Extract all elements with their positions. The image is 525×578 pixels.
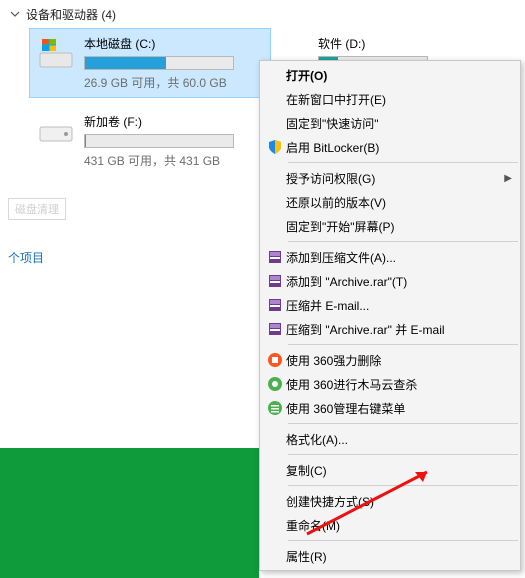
menu-separator [288, 344, 518, 345]
menu-item-label: 属性(R) [286, 548, 512, 565]
drive-icon [38, 113, 74, 149]
menu-separator [288, 162, 518, 163]
blank-icon [264, 461, 286, 479]
blank-icon [264, 66, 286, 84]
menu-item-label: 在新窗口中打开(E) [286, 91, 512, 108]
menu-separator [288, 540, 518, 541]
menu-item-label: 使用 360进行木马云查杀 [286, 376, 512, 393]
menu-item[interactable]: 还原以前的版本(V) [260, 190, 520, 214]
menu-item-label: 使用 360管理右键菜单 [286, 400, 512, 417]
menu-item[interactable]: 属性(R) [260, 544, 520, 568]
menu-item-label: 压缩到 "Archive.rar" 并 E-mail [286, 321, 512, 338]
drive-f[interactable]: 新加卷 (F:) 431 GB 可用，共 431 GB [30, 107, 270, 175]
rar-icon [264, 248, 286, 266]
menu-item[interactable]: 添加到压缩文件(A)... [260, 245, 520, 269]
menu-item[interactable]: 复制(C) [260, 458, 520, 482]
menu-item-label: 固定到"开始"屏幕(P) [286, 218, 512, 235]
background-fill [0, 448, 259, 578]
menu-item-label: 启用 BitLocker(B) [286, 139, 512, 156]
disk-cleanup-ghost: 磁盘清理 [8, 198, 66, 220]
menu-item[interactable]: 使用 360进行木马云查杀 [260, 372, 520, 396]
360menu-icon [264, 399, 286, 417]
menu-item[interactable]: 压缩并 E-mail... [260, 293, 520, 317]
menu-item[interactable]: 添加到 "Archive.rar"(T) [260, 269, 520, 293]
capacity-bar [84, 134, 234, 148]
blank-icon [264, 193, 286, 211]
explorer-pane: 设备和驱动器 (4) 本地磁盘 (C:) 26 [0, 0, 525, 578]
menu-item[interactable]: 使用 360强力删除 [260, 348, 520, 372]
chevron-right-icon: ▶ [504, 173, 512, 184]
drive-label: 新加卷 (F:) [84, 113, 262, 130]
menu-item[interactable]: 启用 BitLocker(B) [260, 135, 520, 159]
menu-item-label: 格式化(A)... [286, 431, 512, 448]
blank-icon [264, 217, 286, 235]
windows-drive-icon [38, 35, 74, 71]
menu-item-label: 固定到"快速访问" [286, 115, 512, 132]
menu-separator [288, 423, 518, 424]
drive-label: 本地磁盘 (C:) [84, 35, 262, 52]
context-menu: 打开(O) 在新窗口中打开(E) 固定到"快速访问" 启用 BitLocker(B) 授… [259, 60, 521, 571]
menu-item[interactable]: 授予访问权限(G)▶ [260, 166, 520, 190]
menu-item[interactable]: 使用 360管理右键菜单 [260, 396, 520, 420]
menu-separator [288, 454, 518, 455]
360scan-icon [264, 375, 286, 393]
rar-icon [264, 296, 286, 314]
menu-item-label: 打开(O) [286, 67, 512, 84]
menu-item[interactable]: 打开(O) [260, 63, 520, 87]
status-bar: 个项目 [0, 245, 52, 270]
menu-item-label: 添加到 "Archive.rar"(T) [286, 273, 512, 290]
menu-separator [288, 241, 518, 242]
section-title: 设备和驱动器 (4) [26, 6, 116, 23]
drive-label: 软件 (D:) [318, 35, 462, 52]
section-header[interactable]: 设备和驱动器 (4) [0, 0, 525, 29]
menu-item[interactable]: 格式化(A)... [260, 427, 520, 451]
blank-icon [264, 547, 286, 565]
drive-c[interactable]: 本地磁盘 (C:) 26.9 GB 可用，共 60.0 GB [30, 29, 270, 97]
menu-item-label: 使用 360强力删除 [286, 352, 512, 369]
blank-icon [264, 169, 286, 187]
menu-separator [288, 485, 518, 486]
menu-item-label: 还原以前的版本(V) [286, 194, 512, 211]
blank-icon [264, 516, 286, 534]
chevron-down-icon [10, 8, 20, 22]
blank-icon [264, 114, 286, 132]
shield-icon [264, 138, 286, 156]
menu-item-label: 压缩并 E-mail... [286, 297, 512, 314]
menu-item[interactable]: 在新窗口中打开(E) [260, 87, 520, 111]
blank-icon [264, 430, 286, 448]
capacity-bar [84, 56, 234, 70]
drive-subtext: 431 GB 可用，共 431 GB [84, 152, 262, 169]
menu-item-label: 授予访问权限(G) [286, 170, 512, 187]
menu-item[interactable]: 固定到"快速访问" [260, 111, 520, 135]
menu-item-label: 复制(C) [286, 462, 512, 479]
menu-item-label: 重命名(M) [286, 517, 512, 534]
blank-icon [264, 492, 286, 510]
menu-item-label: 添加到压缩文件(A)... [286, 249, 512, 266]
rar-icon [264, 320, 286, 338]
menu-item[interactable]: 压缩到 "Archive.rar" 并 E-mail [260, 317, 520, 341]
blank-icon [264, 90, 286, 108]
menu-item[interactable]: 创建快捷方式(S) [260, 489, 520, 513]
rar-icon [264, 272, 286, 290]
menu-item[interactable]: 固定到"开始"屏幕(P) [260, 214, 520, 238]
menu-item-label: 创建快捷方式(S) [286, 493, 512, 510]
menu-item[interactable]: 重命名(M) [260, 513, 520, 537]
drive-subtext: 26.9 GB 可用，共 60.0 GB [84, 74, 262, 91]
360del-icon [264, 351, 286, 369]
